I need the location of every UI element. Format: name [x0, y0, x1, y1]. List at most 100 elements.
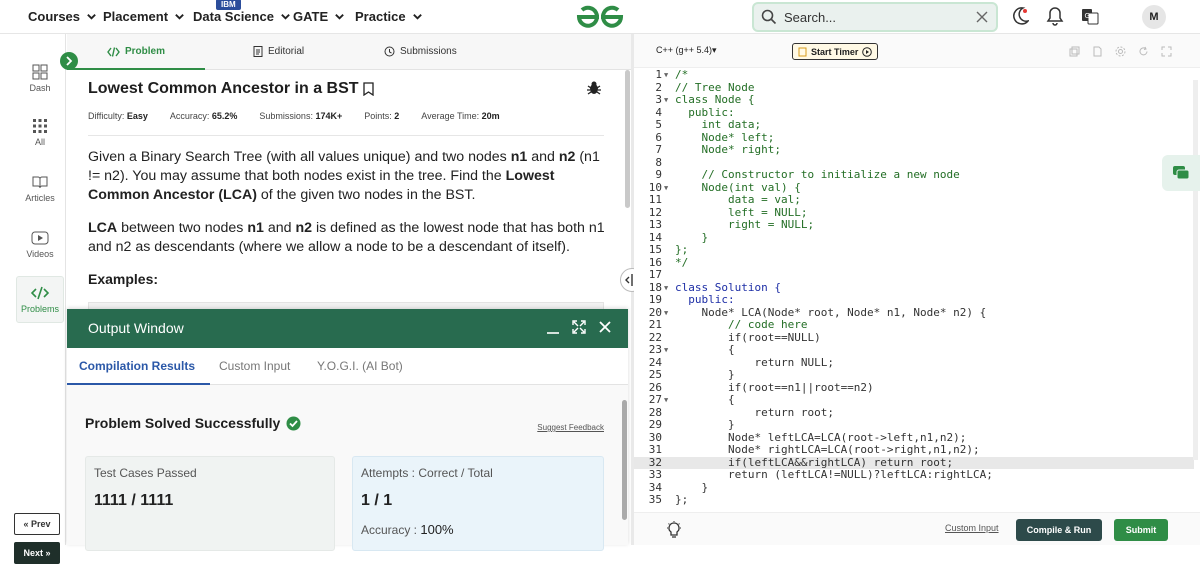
code-icon: [31, 286, 49, 300]
check-circle-icon: [286, 416, 301, 430]
lightbulb-icon[interactable]: [666, 521, 682, 539]
sidebar-item-videos[interactable]: Videos: [16, 230, 64, 259]
code-line[interactable]: 5 int data;: [634, 118, 1194, 132]
code-line[interactable]: 7 Node* right;: [634, 143, 1194, 157]
code-line[interactable]: 23 ▼ {: [634, 343, 1194, 357]
code-line[interactable]: 9 // Constructor to initialize a new nod…: [634, 168, 1194, 182]
fold-toggle-icon[interactable]: ▼: [664, 182, 668, 195]
sidebar-item-all[interactable]: All: [16, 118, 64, 147]
file-icon[interactable]: [1092, 46, 1103, 57]
dark-mode-icon[interactable]: [1011, 6, 1029, 26]
nav-courses[interactable]: Courses: [28, 9, 97, 24]
suggest-feedback-link[interactable]: Suggest Feedback: [537, 423, 604, 432]
line-number: 33: [648, 468, 662, 481]
user-avatar[interactable]: M: [1142, 5, 1166, 29]
output-body: Problem Solved Successfully Suggest Feed…: [67, 385, 628, 551]
nav-courses-label: Courses: [28, 9, 81, 24]
fold-toggle-icon[interactable]: ▼: [664, 94, 668, 107]
bell-icon[interactable]: [1046, 6, 1064, 26]
nav-gate[interactable]: GATE: [293, 9, 345, 24]
gfg-logo[interactable]: [573, 3, 627, 31]
chat-widget[interactable]: [1162, 155, 1200, 191]
fold-toggle-icon[interactable]: ▼: [664, 69, 668, 82]
bookmark-icon[interactable]: [362, 82, 374, 96]
collapse-sidebar-toggle[interactable]: [60, 52, 78, 70]
fullscreen-icon[interactable]: [1161, 46, 1172, 57]
custom-input-link[interactable]: Custom Input: [945, 523, 999, 533]
language-select[interactable]: C++ (g++ 5.4)▾: [656, 45, 717, 56]
line-number: 21: [648, 318, 662, 331]
nav-practice[interactable]: Practice: [355, 9, 423, 24]
compile-run-button[interactable]: Compile & Run: [1016, 519, 1102, 541]
code-text: }: [675, 368, 735, 381]
code-line[interactable]: 21 // code here: [634, 318, 1194, 332]
minimize-icon[interactable]: [546, 319, 560, 335]
copy-icon[interactable]: [1069, 46, 1080, 57]
nav-data-science[interactable]: Data Science: [193, 9, 291, 24]
fold-toggle-icon[interactable]: ▼: [664, 394, 668, 407]
close-icon[interactable]: [598, 319, 612, 335]
accuracy-value: 100%: [420, 522, 454, 537]
expand-icon[interactable]: [572, 319, 586, 335]
code-line[interactable]: 33 return (leftLCA!=NULL)?leftLCA:rightL…: [634, 468, 1194, 482]
tab-problem[interactable]: Problem: [66, 46, 206, 70]
left-sidebar: Dash All Articles Videos Problems « Prev…: [0, 34, 66, 564]
prev-button[interactable]: « Prev: [14, 513, 60, 535]
play-circle-icon: [862, 46, 873, 57]
next-button[interactable]: Next »: [14, 542, 60, 564]
top-navbar: Courses Placement IBM Data Science GATE …: [0, 0, 1200, 34]
line-number: 31: [648, 443, 662, 456]
nav-placement[interactable]: Placement: [103, 9, 185, 24]
code-line[interactable]: 1 ▼ /*: [634, 68, 1194, 82]
tab-editorial[interactable]: Editorial: [253, 46, 304, 57]
problem-tabs: Problem Editorial Submissions: [60, 34, 631, 70]
start-timer-button[interactable]: Start Timer: [792, 43, 879, 60]
code-line[interactable]: 13 right = NULL;: [634, 218, 1194, 232]
code-line[interactable]: 16 */: [634, 256, 1194, 270]
code-line[interactable]: 14 }: [634, 231, 1194, 245]
code-text: int data;: [675, 118, 762, 131]
translate-icon[interactable]: G: [1081, 6, 1099, 26]
code-text: Node* rightLCA=LCA(root->right,n1,n2);: [675, 443, 980, 456]
nav-gate-label: GATE: [293, 9, 329, 24]
code-area[interactable]: 1 ▼/* 2// Tree Node 3 ▼ class Node {4 public:…: [634, 68, 1194, 514]
nav-practice-label: Practice: [355, 9, 406, 24]
sidebar-item-articles[interactable]: Articles: [16, 174, 64, 203]
code-line[interactable]: 19 public:: [634, 293, 1194, 307]
code-line[interactable]: 11 data = val;: [634, 193, 1194, 207]
bug-report-icon[interactable]: [586, 80, 602, 96]
output-scrollbar[interactable]: [622, 400, 627, 520]
code-line[interactable]: 34 }: [634, 481, 1194, 495]
output-tabs: Compilation Results Custom Input Y.O.G.I…: [66, 348, 628, 385]
code-line[interactable]: 25 }: [634, 368, 1194, 382]
fold-toggle-icon[interactable]: ▼: [664, 344, 668, 357]
code-line[interactable]: 15};: [634, 243, 1194, 257]
tab-compilation-results[interactable]: Compilation Results: [66, 359, 211, 385]
meta-value: Easy: [126, 111, 148, 121]
code-line[interactable]: 31 Node* rightLCA=LCA(root->right,n1,n2)…: [634, 443, 1194, 457]
search-box[interactable]: Search...: [752, 2, 998, 32]
code-line[interactable]: 17: [634, 268, 1194, 282]
tab-submissions[interactable]: Submissions: [384, 46, 457, 57]
solved-status: Problem Solved Successfully: [85, 415, 301, 431]
tab-custom-input[interactable]: Custom Input: [219, 359, 290, 373]
tab-yogi-ai-bot[interactable]: Y.O.G.I. (AI Bot): [317, 359, 403, 373]
code-line[interactable]: 29 }: [634, 418, 1194, 432]
problem-scrollbar[interactable]: [625, 70, 630, 208]
code-line[interactable]: 3 ▼ class Node {: [634, 93, 1194, 107]
code-icon: [107, 46, 120, 57]
close-icon[interactable]: [976, 11, 988, 23]
sidebar-item-problems[interactable]: Problems: [16, 276, 64, 323]
editor-scrollbar[interactable]: [1193, 80, 1198, 460]
settings-icon[interactable]: [1115, 46, 1126, 57]
code-line[interactable]: 27 ▼ {: [634, 393, 1194, 407]
sidebar-item-dash[interactable]: Dash: [16, 64, 64, 93]
fold-toggle-icon[interactable]: ▼: [664, 282, 668, 295]
code-line[interactable]: 35};: [634, 493, 1194, 507]
solved-text: Problem Solved Successfully: [85, 415, 281, 431]
reset-icon[interactable]: [1138, 46, 1149, 57]
code-text: // code here: [675, 318, 808, 331]
editor-bottom-bar: Custom Input Compile & Run Submit: [634, 512, 1200, 545]
submit-button[interactable]: Submit: [1114, 519, 1168, 541]
fold-toggle-icon[interactable]: ▼: [664, 307, 668, 320]
